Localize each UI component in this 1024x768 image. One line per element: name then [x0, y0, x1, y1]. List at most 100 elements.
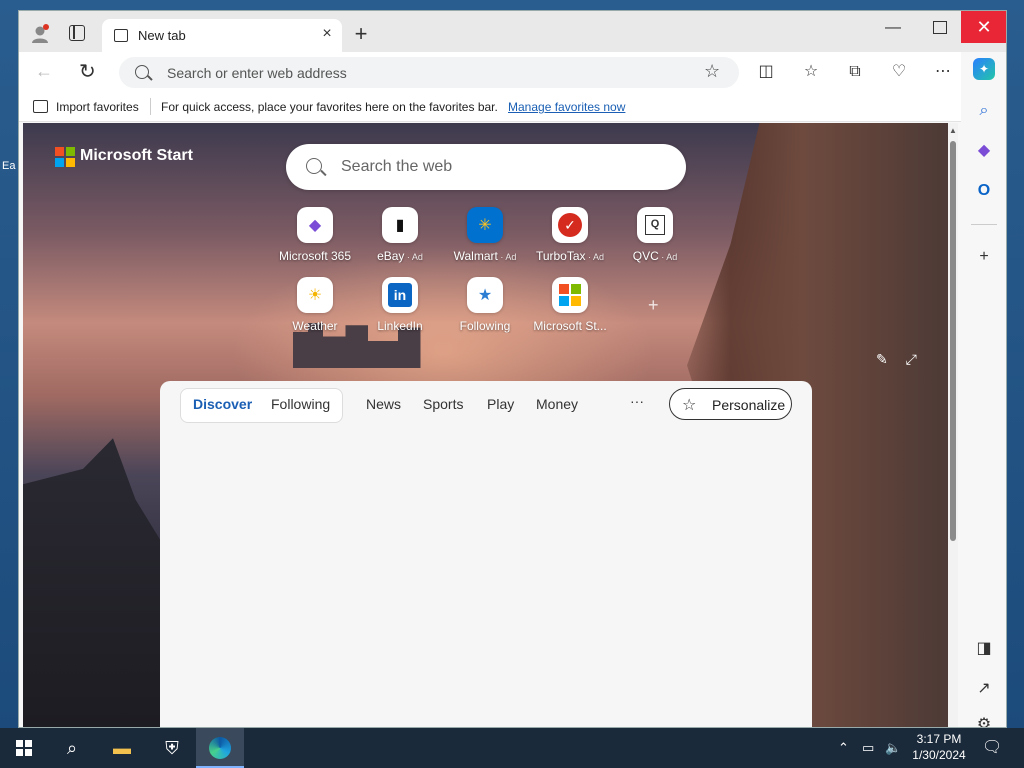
network-icon[interactable]: ▭	[862, 728, 874, 768]
search-icon	[306, 158, 322, 174]
weather-sun-cloud-icon: ☀	[297, 277, 333, 313]
tab-news[interactable]: News	[366, 396, 401, 412]
notifications-icon[interactable]: 🗨	[982, 728, 1002, 768]
walmart-spark-icon: ✳	[467, 207, 503, 243]
hide-sidebar-icon[interactable]: ◨	[973, 638, 995, 660]
toolbar: ← ↻ ☆ ◫ ☆ ⧉ ♡ ⋯	[19, 52, 1006, 92]
scroll-up-arrow-icon[interactable]: ▲	[949, 126, 957, 135]
settings-more-icon[interactable]: ⋯	[932, 61, 954, 83]
background-hill	[23, 438, 173, 727]
edge-taskbar-icon[interactable]	[196, 728, 244, 768]
clock[interactable]: 3:17 PM 1/30/2024	[903, 731, 975, 763]
more-tabs-button[interactable]: ···	[630, 393, 644, 409]
desktop-icon-label[interactable]: Ea	[2, 160, 15, 172]
tile-ebay[interactable]: ▮ eBay · Ad	[360, 207, 440, 263]
address-input[interactable]	[167, 57, 687, 88]
tab-following[interactable]: Following	[271, 396, 330, 412]
favorites-hint: For quick access, place your favorites h…	[161, 100, 498, 114]
tile-label: Weather	[292, 319, 338, 333]
brand-title[interactable]: Microsoft Start	[80, 147, 193, 165]
divider	[150, 98, 151, 115]
tile-label: LinkedIn	[377, 319, 423, 333]
tile-weather[interactable]: ☀ Weather	[275, 277, 355, 333]
maximize-button[interactable]	[933, 21, 947, 34]
microsoft-365-icon[interactable]: ◆	[973, 140, 995, 162]
tab-title: New tab	[138, 28, 186, 43]
favorite-star-icon[interactable]: ☆	[704, 61, 720, 82]
refresh-icon[interactable]: ↻	[79, 59, 96, 84]
tile-label: TurboTax · Ad	[535, 249, 605, 263]
windows-logo-icon	[16, 740, 32, 756]
ebay-bag-icon: ▮	[382, 207, 418, 243]
copilot-icon[interactable]: ✦	[973, 58, 995, 80]
outlook-icon[interactable]: O	[973, 180, 995, 202]
tab-actions-icon[interactable]	[69, 25, 85, 41]
tile-qvc[interactable]: Q QVC · Ad	[615, 207, 695, 263]
clock-date: 1/30/2024	[912, 748, 966, 762]
start-button[interactable]	[0, 728, 48, 768]
personalize-label: Personalize	[712, 397, 786, 413]
volume-muted-icon[interactable]: 🔈	[885, 728, 901, 768]
manage-favorites-link[interactable]: Manage favorites now	[508, 100, 625, 114]
file-explorer-icon[interactable]: ▬	[98, 728, 146, 768]
collections-icon[interactable]: ⧉	[844, 61, 866, 83]
title-bar: New tab × + — ✕	[19, 11, 1006, 52]
tile-label: Microsoft 365	[278, 249, 352, 263]
split-screen-icon[interactable]: ◫	[755, 61, 777, 83]
tile-label: Following	[459, 319, 511, 333]
new-tab-button[interactable]: +	[349, 21, 373, 47]
tab-play[interactable]: Play	[487, 396, 514, 412]
address-bar[interactable]: ☆	[119, 57, 739, 88]
external-link-icon[interactable]: ↗	[973, 678, 995, 700]
tile-turbotax[interactable]: ✓ TurboTax · Ad	[530, 207, 610, 263]
browser-window: New tab × + — ✕ ← ↻ ☆ ◫ ☆ ⧉ ♡ ⋯ Import f…	[18, 10, 1007, 728]
add-sidebar-app-icon[interactable]: +	[973, 246, 995, 268]
tile-label: Walmart · Ad	[453, 249, 517, 263]
page-icon	[114, 29, 128, 42]
microsoft-store-icon	[552, 277, 588, 313]
personalize-button[interactable]: ☆ Personalize	[669, 388, 792, 420]
windows-security-shield-icon[interactable]: ⛨	[148, 728, 196, 768]
tile-label: eBay · Ad	[377, 249, 423, 263]
tab-discover[interactable]: Discover	[193, 396, 252, 412]
sparkle-icon: ☆	[682, 397, 697, 414]
web-search-box[interactable]	[286, 144, 686, 190]
import-icon	[33, 100, 48, 113]
add-shortcut-icon[interactable]: +	[648, 295, 659, 316]
edge-sidebar: ✦ ⌕ ◆ O + ◨ ↗ ⚙	[961, 52, 1006, 727]
clock-time: 3:17 PM	[916, 732, 962, 746]
back-arrow-icon[interactable]: ←	[35, 61, 53, 82]
scroll-thumb[interactable]	[950, 141, 956, 541]
qvc-icon: Q	[637, 207, 673, 243]
show-hidden-icons-chevron-up-icon[interactable]: ⌃	[838, 728, 849, 768]
following-star-icon: ★	[467, 277, 503, 313]
turbotax-check-icon: ✓	[552, 207, 588, 243]
edit-background-icon[interactable]: ✎	[876, 351, 888, 367]
import-favorites-button[interactable]: Import favorites	[56, 100, 139, 114]
tab-close-button[interactable]: ×	[318, 25, 336, 43]
edge-logo-icon	[209, 737, 231, 759]
close-window-button[interactable]: ✕	[961, 11, 1006, 43]
divider	[971, 224, 997, 225]
favorites-icon[interactable]: ☆	[800, 61, 822, 83]
search-icon[interactable]: ⌕	[973, 100, 995, 122]
tile-following[interactable]: ★ Following	[445, 277, 525, 333]
tab-sports[interactable]: Sports	[423, 396, 463, 412]
tile-walmart[interactable]: ✳ Walmart · Ad	[445, 207, 525, 263]
web-search-input[interactable]	[341, 144, 661, 190]
page-scrollbar[interactable]: ▲	[948, 123, 958, 727]
search-icon[interactable]: ⌕	[48, 728, 96, 768]
search-icon	[135, 65, 149, 79]
browser-essentials-icon[interactable]: ♡	[888, 61, 910, 83]
tab-money[interactable]: Money	[536, 396, 578, 412]
profile-icon[interactable]	[29, 23, 51, 45]
expand-icon[interactable]: ⤢	[906, 351, 917, 367]
microsoft-365-icon: ◆	[297, 207, 333, 243]
tile-microsoft-365[interactable]: ◆ Microsoft 365	[275, 207, 355, 263]
minimize-button[interactable]: —	[881, 19, 905, 43]
tile-label: Microsoft St...	[533, 319, 607, 333]
tab-new-tab[interactable]: New tab ×	[102, 19, 342, 52]
sidebar-settings-gear-icon[interactable]: ⚙	[973, 714, 995, 727]
tile-linkedin[interactable]: in LinkedIn	[360, 277, 440, 333]
tile-microsoft-store[interactable]: Microsoft St...	[530, 277, 610, 333]
